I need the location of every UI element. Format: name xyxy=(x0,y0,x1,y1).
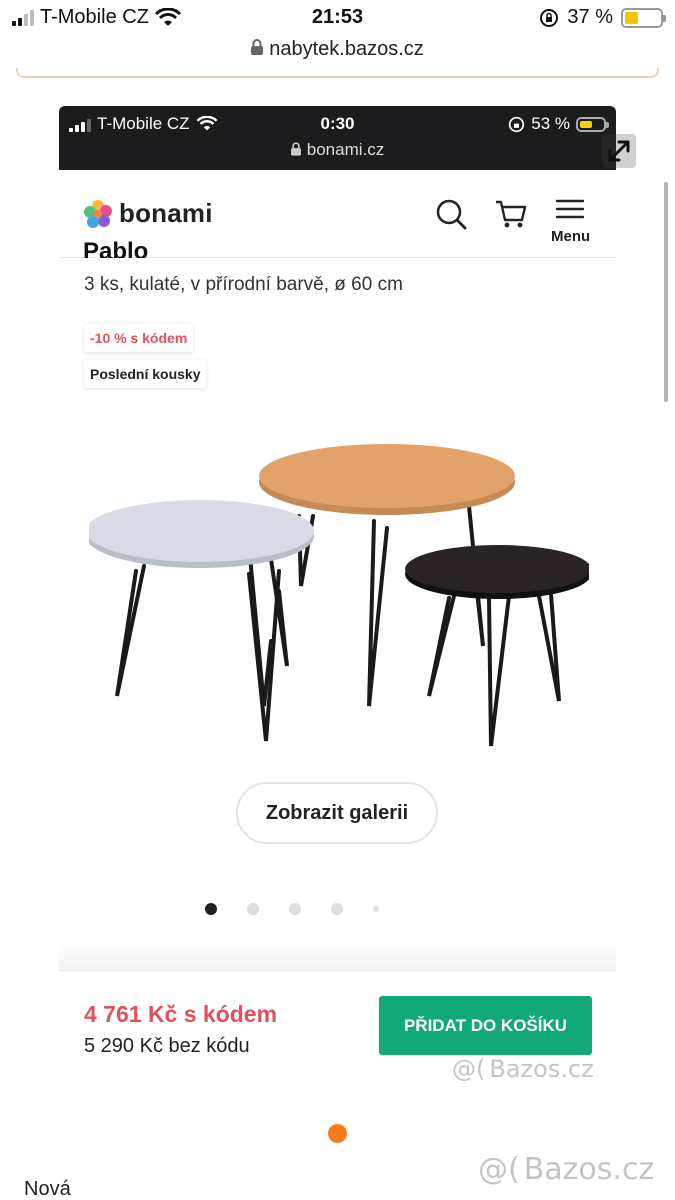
product-title: Pablo xyxy=(83,238,149,258)
grey-table-top xyxy=(89,500,314,562)
inner-url-bar: bonami.cz xyxy=(59,140,616,161)
rotation-lock-icon xyxy=(540,8,559,27)
menu-label[interactable]: Menu xyxy=(551,228,590,245)
show-gallery-button[interactable]: Zobrazit galerii xyxy=(236,782,438,844)
pagination-dot[interactable] xyxy=(246,903,259,915)
lock-icon xyxy=(251,38,264,61)
inner-lock-icon xyxy=(290,141,301,161)
oak-table-top xyxy=(259,444,515,508)
gallery-pagination xyxy=(59,903,616,915)
pagination-dot[interactable] xyxy=(288,903,301,915)
bazos-watermark: @(Bazos.cz xyxy=(452,1055,594,1083)
inner-status-right: 53 % xyxy=(508,114,609,134)
expand-icon[interactable] xyxy=(602,134,636,168)
menu-button[interactable] xyxy=(555,198,585,225)
listing-indicator-dot xyxy=(328,1124,347,1143)
watermark-text-bottom: Bazos.cz xyxy=(523,1152,655,1187)
discount-badge: -10 % s kódem xyxy=(84,324,194,352)
cart-button[interactable] xyxy=(494,198,528,235)
inner-battery-percent: 53 % xyxy=(531,114,570,133)
inner-rotation-lock-icon xyxy=(509,116,525,132)
at-icon: @( xyxy=(452,1055,486,1083)
product-subtitle: 3 ks, kulaté, v přírodní barvě, ø 60 cm xyxy=(84,274,403,295)
bonami-logo[interactable]: bonami xyxy=(83,198,213,229)
embedded-screenshot: T-Mobile CZ 0:30 53 % bonami.cz bonami M… xyxy=(59,106,616,976)
listing-label: Nová xyxy=(24,1178,71,1200)
cart-icon xyxy=(496,200,527,228)
inner-url-text: bonami.cz xyxy=(306,140,385,159)
add-to-cart-button[interactable]: PŘIDAT DO KOŠÍKU xyxy=(379,996,592,1055)
search-button[interactable] xyxy=(435,198,467,235)
product-image[interactable] xyxy=(89,436,589,756)
outer-url-bar[interactable]: nabytek.bazos.cz xyxy=(0,38,675,61)
price-with-code: 4 761 Kč s kódem xyxy=(84,1001,278,1027)
black-table-top xyxy=(405,545,589,593)
outer-page-divider xyxy=(16,68,659,78)
bonami-flower-icon xyxy=(84,199,112,228)
outer-url-text: nabytek.bazos.cz xyxy=(269,38,424,60)
outer-battery-percent: 37 % xyxy=(567,6,613,28)
outer-status-right: 37 % xyxy=(539,6,666,29)
bazos-watermark-bottom: @(Bazos.cz xyxy=(478,1152,654,1187)
pagination-dot[interactable] xyxy=(372,906,379,912)
outer-status-bar: T-Mobile CZ 21:53 37 % xyxy=(0,0,675,36)
pagination-dot[interactable] xyxy=(330,903,343,915)
scrollbar[interactable] xyxy=(664,182,668,402)
last-pieces-badge: Poslední kousky xyxy=(84,360,207,388)
at-icon-bottom: @( xyxy=(478,1152,520,1187)
logo-text: bonami xyxy=(119,198,213,228)
battery-icon xyxy=(621,7,666,28)
watermark-text: Bazos.cz xyxy=(489,1055,594,1083)
hamburger-icon xyxy=(555,199,585,219)
inner-status-bar: T-Mobile CZ 0:30 53 % bonami.cz xyxy=(59,106,616,170)
search-icon xyxy=(436,199,467,230)
price-without-code: 5 290 Kč bez kódu xyxy=(84,1035,250,1057)
inner-battery-icon xyxy=(576,116,609,132)
pagination-dot[interactable] xyxy=(204,903,217,915)
